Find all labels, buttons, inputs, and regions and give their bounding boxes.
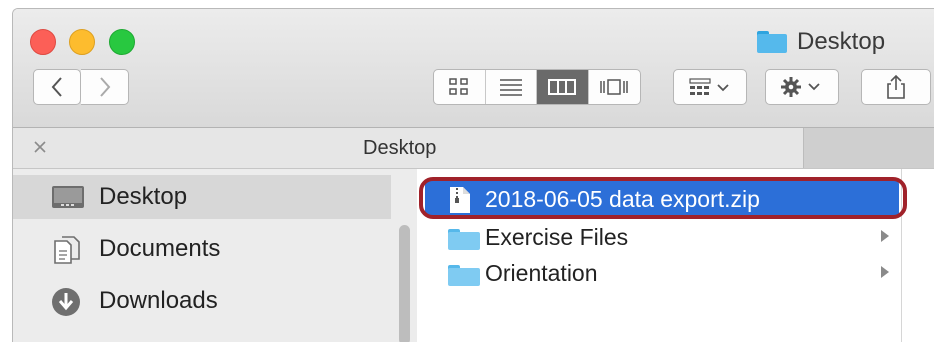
- sidebar-item-label: Desktop: [99, 183, 188, 210]
- icon-view-icon: [449, 78, 468, 95]
- cover-flow-icon: [600, 79, 628, 95]
- sidebar-item-label: Downloads: [99, 287, 218, 314]
- close-window-button[interactable]: [30, 29, 56, 55]
- file-row-orientation[interactable]: Orientation: [425, 255, 899, 291]
- column-view-button[interactable]: [537, 70, 589, 104]
- tab-title[interactable]: Desktop: [363, 137, 436, 160]
- chevron-right-icon: [99, 77, 110, 97]
- disclosure-arrow-icon: [881, 266, 889, 278]
- new-tab-area[interactable]: [803, 128, 934, 168]
- forward-button[interactable]: [81, 69, 129, 105]
- downloads-icon: [52, 288, 80, 316]
- file-column: 2018-06-05 data export.zip Exercise File…: [417, 169, 934, 342]
- cover-flow-view-button[interactable]: [589, 70, 641, 104]
- close-tab-button[interactable]: [33, 134, 47, 160]
- title-bar: Desktop: [13, 9, 934, 128]
- share-icon: [887, 74, 905, 99]
- sidebar: Desktop Documents Downloads: [13, 169, 418, 342]
- window-title: Desktop: [757, 27, 885, 57]
- sidebar-item-label: Documents: [99, 235, 221, 262]
- file-name: Exercise Files: [485, 223, 629, 250]
- folder-icon: [448, 229, 480, 250]
- window-title-label: Desktop: [797, 28, 886, 55]
- minimize-window-button[interactable]: [69, 29, 95, 55]
- file-name: 2018-06-05 data export.zip: [485, 185, 760, 212]
- group-by-icon: [689, 78, 729, 95]
- disclosure-arrow-icon: [881, 230, 889, 242]
- tab-bar: Desktop: [13, 128, 934, 169]
- action-menu-button[interactable]: [765, 69, 839, 105]
- list-view-icon: [499, 79, 522, 96]
- sidebar-item-desktop[interactable]: Desktop: [13, 175, 391, 219]
- back-button[interactable]: [33, 69, 81, 105]
- chevron-left-icon: [51, 77, 62, 97]
- zip-file-icon: [450, 187, 470, 213]
- sidebar-scrollbar[interactable]: [399, 225, 410, 342]
- gear-icon: [781, 77, 820, 97]
- column-divider[interactable]: [901, 169, 902, 342]
- sidebar-item-documents[interactable]: Documents: [13, 227, 391, 271]
- desktop-icon: [52, 186, 84, 208]
- documents-icon: [54, 236, 80, 264]
- file-row-exercise-files[interactable]: Exercise Files: [425, 219, 899, 255]
- finder-window: Desktop Desktop Desktop Documents Downlo…: [12, 8, 934, 342]
- share-button[interactable]: [861, 69, 931, 105]
- icon-view-button[interactable]: [434, 70, 486, 104]
- close-icon: [34, 141, 46, 153]
- folder-icon: [757, 31, 787, 53]
- list-view-button[interactable]: [486, 70, 537, 104]
- sidebar-item-downloads[interactable]: Downloads: [13, 279, 391, 323]
- zoom-window-button[interactable]: [109, 29, 135, 55]
- group-by-button[interactable]: [673, 69, 747, 105]
- column-view-icon: [548, 79, 577, 95]
- file-name: Orientation: [485, 259, 598, 286]
- view-mode-control[interactable]: [433, 69, 641, 105]
- folder-icon: [448, 265, 480, 286]
- file-row-zip[interactable]: 2018-06-05 data export.zip: [425, 181, 899, 217]
